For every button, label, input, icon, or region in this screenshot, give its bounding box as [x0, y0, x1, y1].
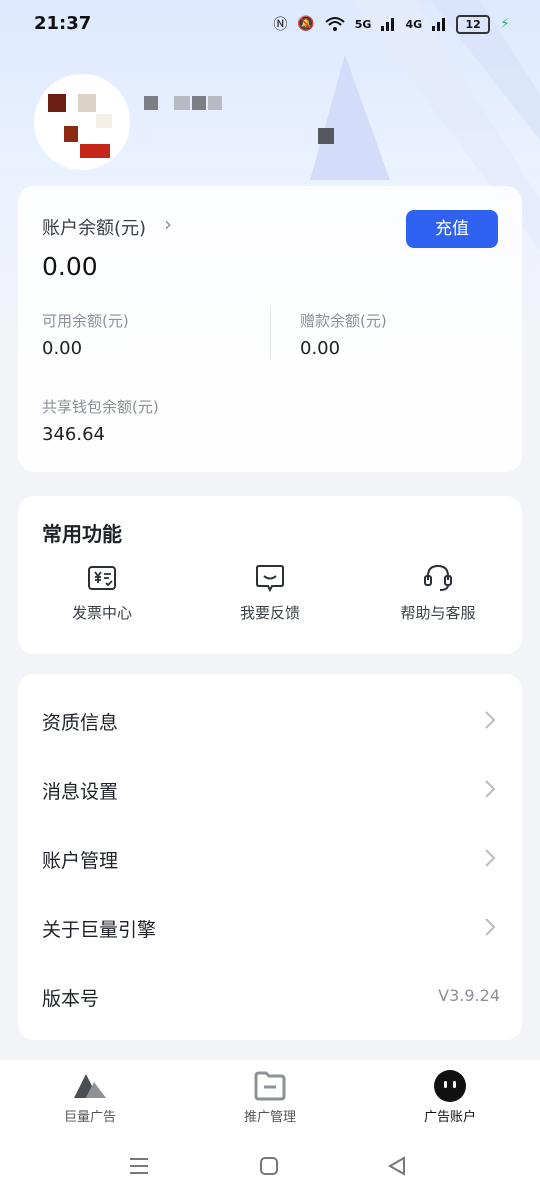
signal-bars-icon [381, 18, 395, 31]
bottom-tab-bar: 巨量广告 推广管理 广告账户 [0, 1060, 540, 1140]
wifi-icon [325, 17, 345, 31]
balance-value: 0.00 [42, 252, 98, 281]
headset-icon [424, 564, 452, 591]
charging-icon: ⚡ [500, 16, 510, 32]
signal-4g: 4G [405, 17, 423, 31]
tab-promotion-management[interactable]: 推广管理 [210, 1070, 330, 1125]
section-title: 常用功能 [42, 522, 122, 546]
help-service-label: 帮助与客服 [400, 604, 476, 622]
menu-item-version: 版本号 V3.9.24 [18, 962, 522, 1031]
settings-menu-card: 资质信息 消息设置 账户管理 关于巨量引擎 版本号 V3.9.24 [18, 674, 522, 1040]
status-icons: Ⓝ 🔕 5G 4G 12 ⚡ [273, 14, 510, 34]
back-icon[interactable] [386, 1156, 408, 1176]
shared-wallet-value: 346.64 [42, 424, 105, 445]
avatar[interactable] [34, 74, 130, 170]
menu-item-about[interactable]: 关于巨量引擎 [18, 893, 522, 962]
menu-item-message-settings[interactable]: 消息设置 [18, 755, 522, 824]
mute-icon: 🔕 [297, 16, 315, 32]
menu-item-account-management[interactable]: 账户管理 [18, 824, 522, 893]
ocean-logo-icon [74, 1074, 106, 1098]
gift-balance-value: 0.00 [300, 338, 341, 359]
battery-indicator: 12 [456, 14, 491, 34]
account-face-icon [434, 1070, 466, 1102]
chevron-right-icon [485, 711, 496, 729]
gift-balance-label: 赠款余额(元) [300, 312, 387, 330]
tab-label: 广告账户 [423, 1110, 476, 1125]
menu-item-qualification[interactable]: 资质信息 [18, 686, 522, 755]
tab-ocean-ads[interactable]: 巨量广告 [30, 1070, 150, 1125]
nfc-icon: Ⓝ [273, 17, 288, 33]
signal-5g: 5G [354, 17, 372, 31]
available-balance-value: 0.00 [42, 338, 83, 359]
divider [270, 308, 271, 360]
tab-label: 巨量广告 [63, 1110, 116, 1125]
help-service-button[interactable]: 帮助与客服 [368, 562, 508, 623]
shared-wallet-label: 共享钱包余额(元) [42, 398, 159, 416]
status-time: 21:37 [34, 13, 92, 34]
tab-label: 推广管理 [243, 1110, 296, 1125]
balance-card: 账户余额(元) › 充值 0.00 可用余额(元) 0.00 赠款余额(元) 0… [18, 186, 522, 472]
version-value: V3.9.24 [438, 986, 500, 1005]
signal-bars-icon [432, 18, 446, 31]
feedback-label: 我要反馈 [239, 604, 300, 622]
invoice-center-button[interactable]: 发票中心 [32, 562, 172, 623]
recharge-button[interactable]: 充值 [406, 210, 498, 248]
invoice-icon [88, 566, 116, 590]
feedback-icon [256, 565, 284, 593]
system-navigation-bar [0, 1140, 540, 1200]
menu-item-label: 账户管理 [42, 850, 119, 872]
menu-item-label: 版本号 [42, 988, 100, 1010]
chevron-right-icon [485, 849, 496, 867]
menu-icon[interactable] [128, 1156, 150, 1176]
chevron-right-icon [485, 918, 496, 936]
menu-item-label: 关于巨量引擎 [42, 919, 157, 941]
available-balance-label: 可用余额(元) [42, 312, 129, 330]
invoice-center-label: 发票中心 [71, 604, 132, 622]
home-icon[interactable] [258, 1156, 280, 1176]
chevron-right-icon [485, 780, 496, 798]
tab-ad-account[interactable]: 广告账户 [390, 1070, 510, 1125]
chevron-right-icon[interactable]: › [164, 212, 172, 236]
menu-item-label: 消息设置 [42, 781, 119, 803]
menu-item-label: 资质信息 [42, 712, 119, 734]
status-bar: 21:37 Ⓝ 🔕 5G 4G 12 ⚡ [0, 0, 540, 50]
common-functions-card: 常用功能 发票中心 我要反馈 帮助与客服 [18, 496, 522, 654]
balance-title[interactable]: 账户余额(元) [42, 214, 146, 240]
feedback-button[interactable]: 我要反馈 [200, 562, 340, 623]
folder-icon [254, 1071, 286, 1101]
